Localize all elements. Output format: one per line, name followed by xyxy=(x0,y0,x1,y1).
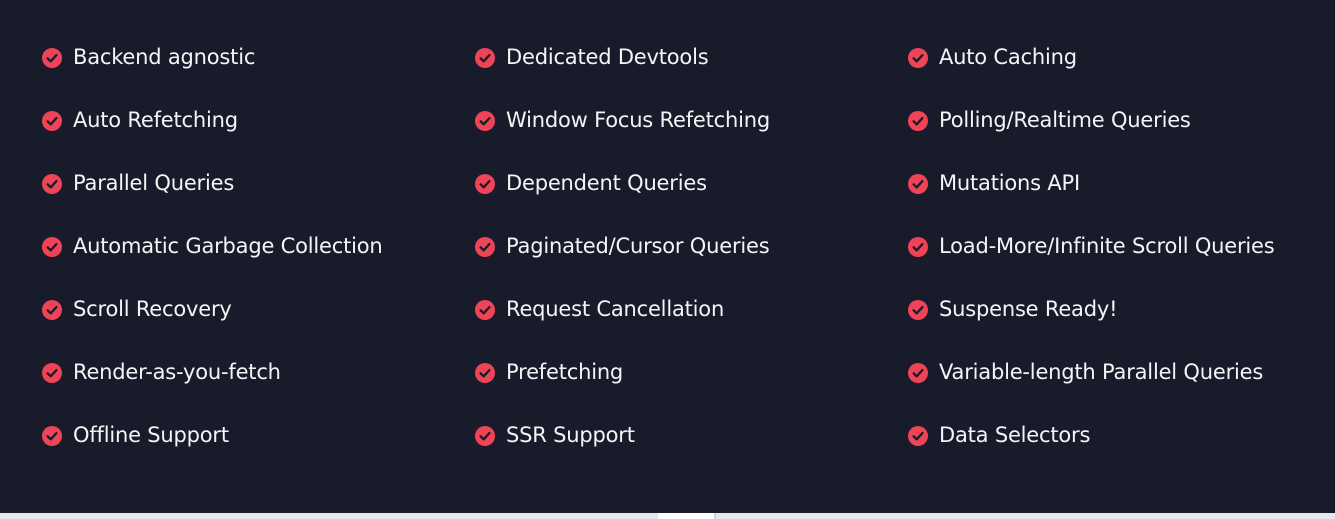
feature-item: Load-More/Infinite Scroll Queries xyxy=(908,215,1335,278)
feature-column-2: Dedicated Devtools Window Focus Refetchin… xyxy=(475,26,905,467)
feature-label: Paginated/Cursor Queries xyxy=(506,234,770,258)
feature-item: Suspense Ready! xyxy=(908,278,1335,341)
feature-item: Dependent Queries xyxy=(475,152,905,215)
feature-label: Prefetching xyxy=(506,360,624,384)
feature-label: Polling/Realtime Queries xyxy=(939,108,1191,132)
check-circle-icon xyxy=(908,173,928,194)
check-circle-icon xyxy=(475,47,495,68)
feature-item: Request Cancellation xyxy=(475,278,905,341)
feature-item: Auto Caching xyxy=(908,26,1335,89)
feature-column-1: Backend agnostic Auto Refetching Parallel … xyxy=(42,26,472,467)
feature-column-3: Auto Caching Polling/Realtime Queries Muta… xyxy=(908,26,1335,467)
check-circle-icon xyxy=(475,236,495,257)
check-circle-icon xyxy=(42,299,62,320)
check-circle-icon xyxy=(42,362,62,383)
feature-item: Variable-length Parallel Queries xyxy=(908,341,1335,404)
feature-item: Mutations API xyxy=(908,152,1335,215)
feature-label: Backend agnostic xyxy=(73,45,256,69)
check-circle-icon xyxy=(475,110,495,131)
feature-label: Render-as-you-fetch xyxy=(73,360,281,384)
feature-label: Auto Refetching xyxy=(73,108,238,132)
feature-item: Offline Support xyxy=(42,404,472,467)
feature-label: Scroll Recovery xyxy=(73,297,232,321)
feature-item: Scroll Recovery xyxy=(42,278,472,341)
feature-item: Auto Refetching xyxy=(42,89,472,152)
feature-label: Suspense Ready! xyxy=(939,297,1118,321)
feature-label: Auto Caching xyxy=(939,45,1077,69)
check-circle-icon xyxy=(908,236,928,257)
feature-label: Variable-length Parallel Queries xyxy=(939,360,1264,384)
check-circle-icon xyxy=(475,173,495,194)
feature-item: SSR Support xyxy=(475,404,905,467)
scrollbar-track-left[interactable] xyxy=(0,513,658,519)
feature-label: Mutations API xyxy=(939,171,1080,195)
scrollbar-thumb[interactable] xyxy=(658,513,714,519)
scrollbar-track-right[interactable] xyxy=(716,513,1335,519)
feature-label: Automatic Garbage Collection xyxy=(73,234,383,258)
check-circle-icon xyxy=(908,47,928,68)
check-circle-icon xyxy=(42,110,62,131)
feature-item: Backend agnostic xyxy=(42,26,472,89)
check-circle-icon xyxy=(475,425,495,446)
feature-label: Dedicated Devtools xyxy=(506,45,709,69)
feature-item: Data Selectors xyxy=(908,404,1335,467)
feature-item: Automatic Garbage Collection xyxy=(42,215,472,278)
feature-label: SSR Support xyxy=(506,423,635,447)
feature-item: Parallel Queries xyxy=(42,152,472,215)
check-circle-icon xyxy=(908,299,928,320)
horizontal-scrollbar[interactable] xyxy=(0,513,1335,519)
check-circle-icon xyxy=(475,299,495,320)
check-circle-icon xyxy=(908,425,928,446)
feature-label: Window Focus Refetching xyxy=(506,108,770,132)
feature-label: Data Selectors xyxy=(939,423,1091,447)
feature-item: Window Focus Refetching xyxy=(475,89,905,152)
feature-label: Load-More/Infinite Scroll Queries xyxy=(939,234,1275,258)
check-circle-icon xyxy=(908,362,928,383)
feature-list-section: Backend agnostic Auto Refetching Parallel … xyxy=(0,0,1335,513)
feature-label: Dependent Queries xyxy=(506,171,707,195)
feature-item: Paginated/Cursor Queries xyxy=(475,215,905,278)
check-circle-icon xyxy=(475,362,495,383)
check-circle-icon xyxy=(42,425,62,446)
feature-label: Request Cancellation xyxy=(506,297,725,321)
check-circle-icon xyxy=(908,110,928,131)
feature-label: Offline Support xyxy=(73,423,229,447)
feature-item: Prefetching xyxy=(475,341,905,404)
feature-label: Parallel Queries xyxy=(73,171,235,195)
check-circle-icon xyxy=(42,236,62,257)
check-circle-icon xyxy=(42,47,62,68)
feature-item: Polling/Realtime Queries xyxy=(908,89,1335,152)
feature-item: Render-as-you-fetch xyxy=(42,341,472,404)
feature-item: Dedicated Devtools xyxy=(475,26,905,89)
check-circle-icon xyxy=(42,173,62,194)
